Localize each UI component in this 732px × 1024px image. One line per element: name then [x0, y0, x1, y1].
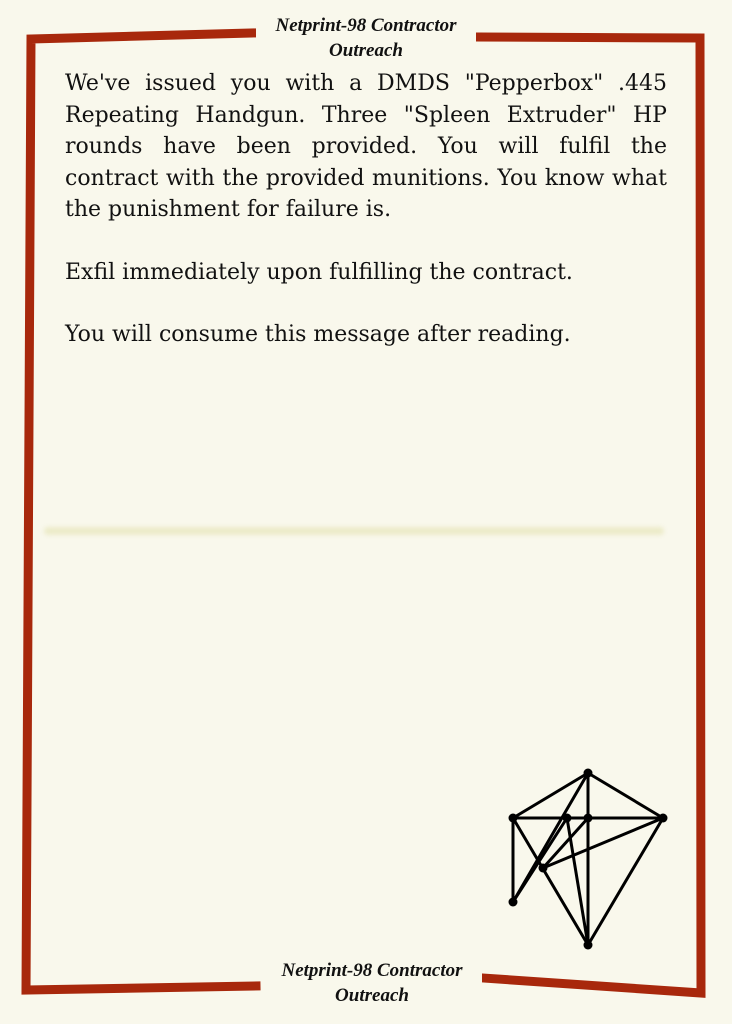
- message-paragraph-3: You will consume this message after read…: [65, 322, 571, 347]
- faded-divider: [44, 527, 664, 535]
- header-title: Netprint-98 Contractor Outreach: [256, 13, 476, 63]
- footer-title-text: Netprint-98 Contractor Outreach: [281, 960, 463, 1006]
- header-title-text: Netprint-98 Contractor Outreach: [275, 15, 457, 61]
- message-body: We've issued you with a DMDS "Pepperbox"…: [65, 68, 667, 382]
- message-paragraph-2: Exfil immediately upon fulfilling the co…: [65, 259, 573, 285]
- footer-title: Netprint-98 Contractor Outreach: [262, 958, 482, 1008]
- message-paragraph-1: We've issued you with a DMDS "Pepperbox"…: [65, 71, 667, 222]
- geometric-sigil-icon: [508, 768, 668, 950]
